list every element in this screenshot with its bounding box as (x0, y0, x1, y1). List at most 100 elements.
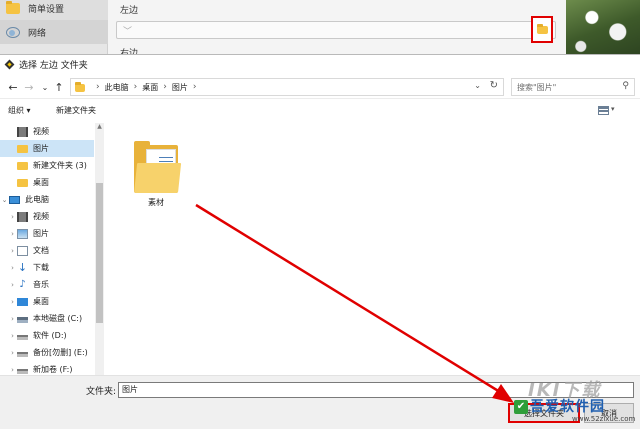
folder-icon (17, 145, 28, 153)
tree-item-videos-pc[interactable]: › 视频 (0, 208, 94, 225)
tree-item-desktop[interactable]: 桌面 (0, 174, 94, 191)
folder-icon (17, 162, 28, 170)
desktop-icon (17, 297, 28, 306)
chevron-right-icon[interactable]: › (8, 349, 17, 357)
tree-item-pictures-pc[interactable]: › 图片 (0, 225, 94, 242)
select-folder-button[interactable]: 选择文件夹 (508, 403, 580, 423)
sidebar-item-simple-settings[interactable]: 简单设置 (0, 0, 108, 20)
folder-icon (536, 23, 548, 34)
tree-item-label: 桌面 (33, 297, 49, 306)
app-icon (4, 59, 15, 70)
chevron-down-icon[interactable]: ▾ (611, 105, 615, 113)
tree-item-drive-f-pc[interactable]: › 新加卷 (F:) (0, 361, 94, 375)
scroll-up-icon[interactable]: ▲ (95, 123, 104, 130)
tree-item-drive-c-pc[interactable]: › 本地磁盘 (C:) (0, 310, 94, 327)
browse-folder-button[interactable] (531, 16, 553, 43)
tree-item-drive-d-pc[interactable]: › 软件 (D:) (0, 327, 94, 344)
navigation-bar: ← → ⌄ ↑ › 此电脑 › 桌面 › 图片 › ⌄ ↻ 搜索"图片" ⚲ (0, 75, 640, 99)
command-bar: 组织 ▾ 新建文件夹 ▾ (0, 100, 640, 122)
search-icon: ⚲ (622, 81, 629, 91)
breadcrumb-pictures[interactable]: 图片 (172, 82, 188, 93)
new-folder-button[interactable]: 新建文件夹 (56, 105, 96, 116)
breadcrumb-desktop[interactable]: 桌面 (142, 82, 158, 93)
chevron-right-icon[interactable]: › (8, 366, 17, 374)
forward-arrow-icon[interactable]: → (22, 79, 36, 95)
search-input[interactable]: 搜索"图片" ⚲ (511, 78, 635, 96)
document-icon (17, 245, 28, 256)
chevron-down-icon[interactable]: ⌄ (0, 196, 9, 204)
tree-item-downloads-pc[interactable]: › ↓ 下载 (0, 259, 94, 276)
download-arrow-icon: ↓ (17, 260, 28, 274)
tree-item-label: 下载 (33, 263, 49, 272)
chevron-down-icon: ﹀ (123, 27, 133, 37)
recent-locations-chevron-icon[interactable]: ⌄ (38, 79, 52, 95)
tree-scrollbar[interactable]: ▲ (95, 123, 104, 375)
tree-item-label: 软件 (D:) (33, 331, 67, 340)
chevron-right-icon[interactable]: › (8, 281, 17, 289)
music-note-icon: ♪ (19, 278, 26, 290)
tree-item-new-folder-3[interactable]: 新建文件夹 (3) (0, 157, 94, 174)
background-app-window: 简单设置 网络 左边 ﹀ 右边 (0, 0, 640, 58)
tree-item-label: 新建文件夹 (3) (33, 161, 87, 170)
tree-item-drive-e-pc[interactable]: › 备份[勿删] (E:) (0, 344, 94, 361)
dialog-footer: 文件夹: 图片 选择文件夹 取消 (0, 375, 640, 429)
tree-item-label: 此电脑 (25, 195, 49, 204)
dialog-title: 选择 左边 文件夹 (19, 61, 88, 71)
scrollbar-thumb[interactable] (96, 183, 103, 323)
video-icon (17, 126, 28, 137)
chevron-right-icon[interactable]: › (8, 315, 17, 323)
drive-icon (17, 351, 28, 357)
chevron-right-icon[interactable]: › (8, 264, 17, 272)
chevron-right-icon[interactable]: › (8, 230, 17, 238)
folder-with-documents-icon (134, 141, 182, 193)
refresh-icon[interactable]: ↻ (490, 80, 498, 91)
chevron-right-icon[interactable]: › (8, 213, 17, 221)
video-icon (17, 211, 28, 222)
tree-item-label: 本地磁盘 (C:) (33, 314, 83, 323)
breadcrumb-separator-icon: › (163, 82, 167, 92)
tree-item-pictures[interactable]: 图片 (0, 140, 94, 157)
tree-item-desktop-pc[interactable]: › 桌面 (0, 293, 94, 310)
chevron-right-icon[interactable]: › (8, 298, 17, 306)
chevron-right-icon[interactable]: › (8, 247, 17, 255)
organize-button[interactable]: 组织 ▾ (8, 105, 31, 116)
drive-icon (17, 368, 28, 374)
chevron-right-icon[interactable]: › (8, 332, 17, 340)
hard-drive-icon (17, 316, 28, 323)
file-name: 素材 (148, 198, 164, 207)
left-path-input[interactable]: ﹀ (116, 21, 556, 39)
tree-item-label: 备份[勿删] (E:) (33, 348, 88, 357)
tree-item-label: 文档 (33, 246, 49, 255)
network-icon (6, 26, 20, 38)
address-bar[interactable]: › 此电脑 › 桌面 › 图片 › ⌄ ↻ (70, 78, 504, 96)
tree-item-label: 视频 (33, 127, 49, 136)
view-options-icon[interactable] (598, 106, 609, 115)
sidebar-item-network[interactable]: 网络 (0, 20, 108, 44)
up-arrow-icon[interactable]: ↑ (52, 79, 66, 95)
breadcrumb-separator-icon: › (133, 82, 138, 92)
folder-icon (6, 0, 20, 14)
back-arrow-icon[interactable]: ← (6, 79, 20, 95)
tree-item-label: 桌面 (33, 178, 49, 187)
tree-item-music-pc[interactable]: › ♪ 音乐 (0, 276, 94, 293)
sidebar-item-label: 简单设置 (28, 4, 65, 15)
background-sidebar: 简单设置 网络 (0, 0, 108, 58)
pictures-icon (17, 228, 28, 239)
breadcrumb-separator-icon: › (96, 82, 100, 92)
folder-name-input[interactable]: 图片 (118, 382, 634, 398)
tree-item-this-pc[interactable]: ⌄ 此电脑 (0, 191, 94, 208)
tree-item-documents-pc[interactable]: › 文档 (0, 242, 94, 259)
breadcrumb-this-pc[interactable]: 此电脑 (105, 82, 129, 93)
search-placeholder: 搜索"图片" (517, 82, 557, 92)
file-list-pane: 素材 (106, 123, 640, 375)
left-path-label: 左边 (120, 6, 139, 16)
tree-item-label: 视频 (33, 212, 49, 221)
list-item[interactable]: 素材 (126, 133, 186, 213)
folder-icon (17, 179, 28, 187)
sidebar-item-label: 网络 (28, 28, 47, 39)
computer-icon (9, 195, 20, 204)
cancel-button[interactable]: 取消 (584, 403, 634, 423)
tree-item-videos[interactable]: 视频 (0, 123, 94, 140)
tree-item-label: 图片 (33, 144, 49, 153)
address-dropdown-icon[interactable]: ⌄ (474, 81, 481, 90)
